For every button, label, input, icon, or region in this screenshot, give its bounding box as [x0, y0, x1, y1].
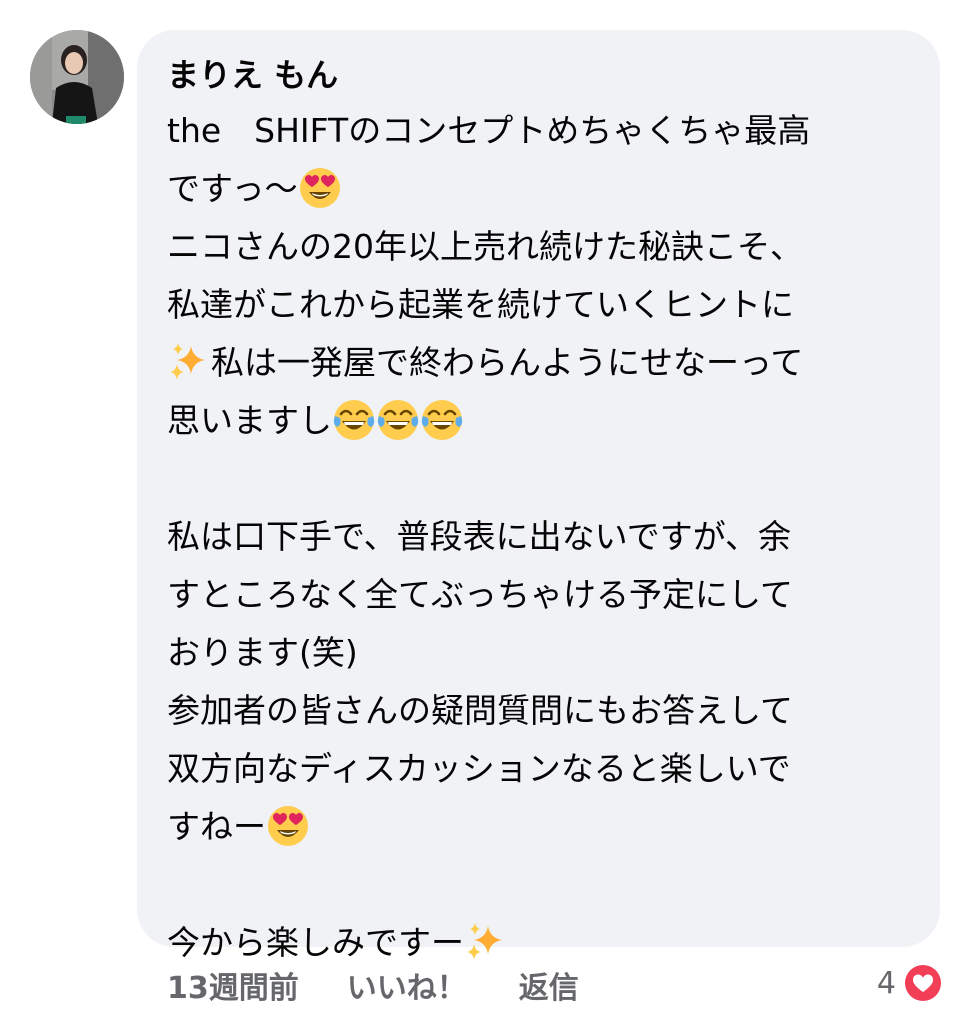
comment-line: [167, 856, 927, 914]
comment-line: 双方向なディスカッションなると楽しいで: [167, 740, 927, 798]
comment-line: the SHIFTのコンセプトめちゃくちゃ最高: [167, 102, 927, 160]
comment-line-text: 双方向なディスカッションなると楽しいで: [167, 749, 791, 788]
comment-line-text: 参加者の皆さんの疑問質問にもお答えして: [167, 691, 794, 730]
comment-line: 思いますし: [167, 392, 927, 450]
reaction-count: 4: [876, 965, 896, 1001]
tears-of-joy-emoji: [420, 398, 464, 442]
comment-line-text: 思いますし: [167, 401, 332, 440]
comment-line: 参加者の皆さんの疑問質問にもお答えして: [167, 682, 927, 740]
comment-line-text: 私は口下手で、普段表に出ないですが、余: [167, 517, 792, 556]
tears-of-joy-emoji: [376, 398, 420, 442]
comment-line: 私達がこれから起業を続けていくヒントに: [167, 276, 927, 334]
comment-line: 私は一発屋で終わらんようにせなーって: [167, 334, 927, 392]
heart-eyes-emoji: [266, 804, 310, 848]
comment-line-text: 私達がこれから起業を続けていくヒントに: [167, 285, 794, 324]
heart-reaction-icon: [905, 965, 941, 1001]
comment-line-text: おります(笑): [167, 633, 358, 672]
comment-author-name[interactable]: まりえ もん: [167, 52, 338, 98]
comment-line: ですっ〜: [167, 160, 927, 218]
comment-line: すところなく全てぶっちゃける予定にして: [167, 566, 927, 624]
comment-line-text: 私は一発屋で終わらんようにせなーって: [211, 343, 804, 382]
comment-line: [167, 450, 927, 508]
comment-line: 私は口下手で、普段表に出ないですが、余: [167, 508, 927, 566]
like-button[interactable]: いいね！: [347, 963, 467, 1007]
sparkles-emoji: [167, 340, 211, 384]
comment-line: おります(笑): [167, 624, 927, 682]
comment-line-text: ニコさんの20年以上売れ続けた秘訣こそ、: [167, 227, 803, 266]
comment-line-text: ですっ〜: [167, 169, 298, 208]
tears-of-joy-emoji: [332, 398, 376, 442]
comment-line-text: the SHIFTのコンセプトめちゃくちゃ最高: [167, 111, 811, 150]
comment-actions: 13週間前 いいね！ 返信: [167, 962, 579, 1008]
comment-timestamp[interactable]: 13週間前: [167, 963, 299, 1007]
comment-line-text: 今から楽しみですー: [167, 923, 464, 962]
reply-button[interactable]: 返信: [519, 963, 579, 1007]
comment-line-text: すところなく全てぶっちゃける予定にして: [167, 575, 794, 614]
comment-body: the SHIFTのコンセプトめちゃくちゃ最高 ですっ〜ニコさんの20年以上売れ続…: [167, 102, 927, 972]
sparkles-emoji: [464, 920, 508, 964]
author-avatar[interactable]: [30, 30, 124, 124]
comment: まりえ もん the SHIFTのコンセプトめちゃくちゃ最高 ですっ〜ニコさんの2…: [0, 0, 970, 1024]
heart-eyes-emoji: [298, 166, 342, 210]
comment-line-text: すねー: [167, 807, 266, 846]
comment-line: ニコさんの20年以上売れ続けた秘訣こそ、: [167, 218, 927, 276]
reaction-summary[interactable]: 4: [877, 960, 942, 1006]
comment-line: すねー: [167, 798, 927, 856]
